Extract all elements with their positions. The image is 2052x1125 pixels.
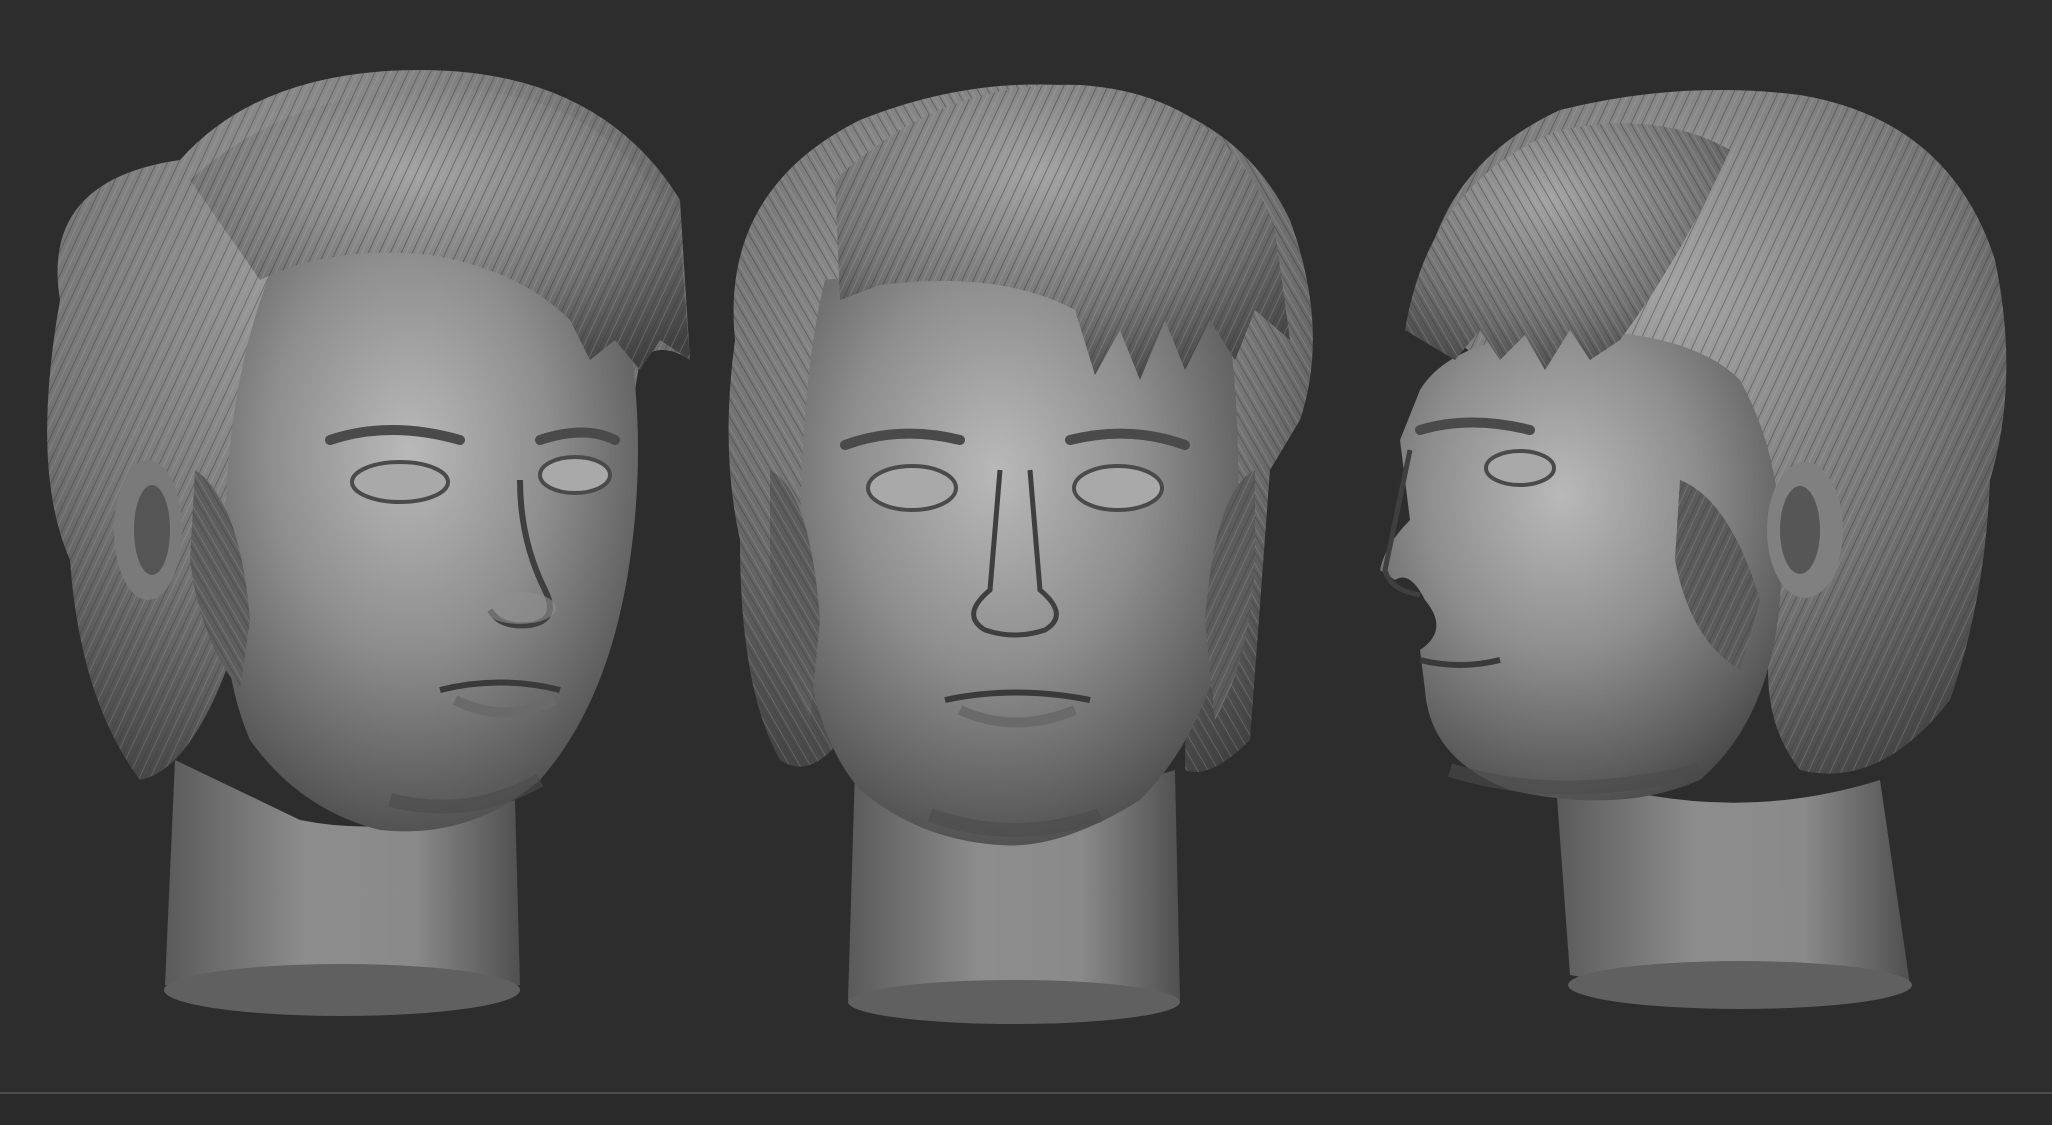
sculpt-viewport[interactable] bbox=[0, 0, 2052, 1092]
eye-right bbox=[538, 455, 612, 495]
neck-base bbox=[164, 964, 520, 1016]
eye-left bbox=[866, 464, 958, 512]
neck-base bbox=[848, 980, 1180, 1024]
viewport-canvas[interactable] bbox=[0, 0, 2052, 1092]
face-shape bbox=[222, 246, 638, 832]
head-three-quarter-model[interactable] bbox=[47, 70, 690, 1016]
eye bbox=[1484, 449, 1556, 487]
eye-left bbox=[350, 460, 450, 504]
bottom-status-strip bbox=[0, 1092, 2052, 1125]
head-front-model[interactable] bbox=[728, 84, 1313, 1024]
face-shape bbox=[800, 271, 1239, 846]
eye-right bbox=[1072, 464, 1164, 512]
head-profile-model[interactable] bbox=[1380, 90, 2007, 1009]
neck-base bbox=[1568, 961, 1912, 1009]
